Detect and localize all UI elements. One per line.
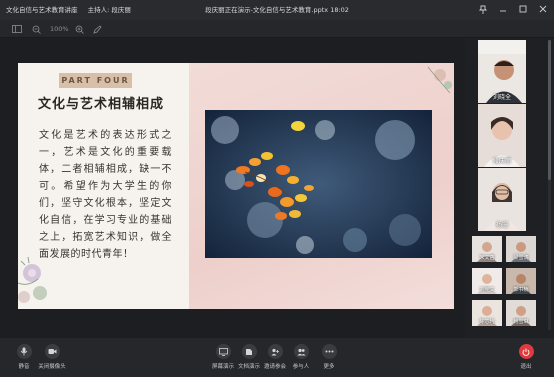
meeting-info: 文化自信与艺术教育讲座 主持人: 段庆丽	[6, 4, 139, 14]
view-toolbar: 100%	[0, 20, 554, 38]
thumb-name: 陈芯玙	[479, 319, 495, 325]
thumb-name: 韩雪琳	[513, 319, 529, 325]
thumb-name: 宋文菡	[479, 255, 495, 261]
minimize-button[interactable]	[496, 2, 510, 16]
part-tag: PART FOUR	[59, 73, 132, 88]
participant-thumb[interactable]: 宋文菡	[472, 236, 502, 262]
video-name: 杨珊	[495, 222, 508, 229]
video-tile[interactable]: 刘晓全	[478, 40, 526, 103]
participants-scrollbar[interactable]	[548, 40, 551, 330]
corner-flower-icon	[427, 66, 452, 94]
thumb-name: 梁雪涛	[513, 255, 529, 261]
doc-share-label: 文档演示	[237, 364, 260, 370]
participant-thumb[interactable]: 陈芯玙	[472, 300, 502, 326]
window-controls	[476, 2, 550, 16]
autumn-leaves-photo	[205, 110, 432, 258]
add-user-icon	[267, 344, 283, 359]
shared-slide: PART FOUR 文化与艺术相辅相成 文化是艺术的表达形式之一，艺术是文化的重…	[18, 63, 454, 309]
title-bar: 文化自信与艺术教育讲座 主持人: 段庆丽 段庆丽正在演示-文化自信与艺术教育.p…	[0, 0, 554, 20]
users-icon	[293, 344, 309, 359]
participant-thumb[interactable]: 郭书楠	[506, 268, 536, 294]
participant-thumb[interactable]: 韩雪琳	[506, 300, 536, 326]
thumb-name: 郭书楠	[513, 287, 529, 293]
participants-label: 参与人	[292, 364, 310, 370]
slide-body: 文化是艺术的表达形式之一，艺术是文化的重要载体，二者相辅相成，缺一不可。希望作为…	[39, 130, 172, 260]
participant-thumb[interactable]: 梁雪涛	[506, 236, 536, 262]
camera-icon	[44, 344, 60, 359]
leave-label: 退出	[520, 364, 532, 370]
thumb-name: 刘宪文	[479, 287, 495, 293]
video-tile[interactable]: 杨珊	[478, 168, 526, 231]
video-name: 刘晓全	[492, 94, 511, 101]
participants-panel: 刘晓全 段庆丽 杨珊 宋文菡 梁雪涛 刘宪文 郭书楠 陈芯玙 韩雪琳	[466, 38, 554, 338]
participants-button[interactable]: 参与人	[286, 344, 316, 370]
zoom-level: 100%	[50, 25, 69, 33]
mute-label: 静音	[18, 364, 30, 370]
participant-thumb[interactable]: 刘宪文	[472, 268, 502, 294]
mute-button[interactable]: 静音	[9, 344, 39, 370]
microphone-icon	[16, 344, 32, 359]
leave-button[interactable]: 退出	[511, 344, 541, 370]
pen-icon[interactable]	[93, 23, 102, 35]
more-icon	[321, 344, 337, 359]
video-tile[interactable]: 段庆丽	[478, 104, 526, 167]
invite-label: 邀请参会	[263, 364, 286, 370]
slide-title: 文化与艺术相辅相成	[38, 97, 165, 112]
sidebar-toggle-icon[interactable]	[12, 23, 22, 35]
screen-share-label: 屏幕演示	[211, 364, 234, 370]
more-button[interactable]: 更多	[314, 344, 344, 370]
camera-off-button[interactable]: 关闭摄像头	[37, 344, 67, 370]
meeting-controls: 静音 关闭摄像头 屏幕演示 文档演示 邀请参会 参与人 更多 退出	[0, 338, 554, 377]
presentation-stage: PART FOUR 文化与艺术相辅相成 文化是艺术的表达形式之一，艺术是文化的重…	[0, 38, 466, 338]
scrollbar-thumb[interactable]	[548, 40, 551, 180]
more-label: 更多	[323, 364, 335, 370]
close-button[interactable]	[536, 2, 550, 16]
camera-off-label: 关闭摄像头	[38, 364, 66, 370]
video-name: 段庆丽	[492, 158, 511, 165]
maximize-button[interactable]	[516, 2, 530, 16]
document-icon	[241, 344, 257, 359]
meeting-title: 文化自信与艺术教育讲座	[6, 6, 78, 14]
host-label: 主持人: 段庆丽	[87, 6, 131, 14]
zoom-in-icon[interactable]	[75, 23, 84, 35]
pin-icon[interactable]	[476, 2, 490, 16]
zoom-out-icon[interactable]	[32, 23, 41, 35]
power-icon	[518, 344, 534, 359]
screen-share-icon	[215, 344, 231, 359]
